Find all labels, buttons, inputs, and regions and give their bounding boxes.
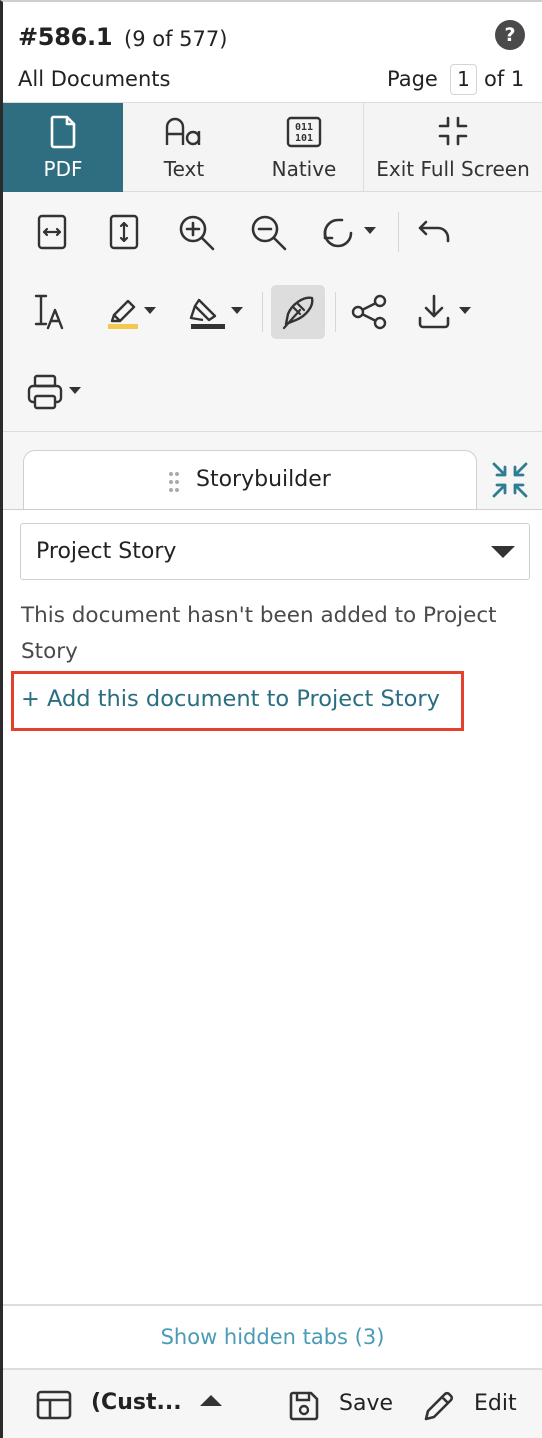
fit-width-button[interactable] [30,210,74,254]
share-icon [351,294,387,330]
edit-button[interactable]: Edit [474,1391,517,1416]
tab-exit-fullscreen-label: Exit Full Screen [376,157,530,181]
rotate-icon [323,218,376,248]
undo-icon [418,220,450,243]
collapse-panel-icon[interactable] [490,460,530,500]
zoom-in-icon [179,215,215,251]
document-position: (9 of 577) [124,27,228,51]
tab-text-label: Text [163,157,205,181]
binary-file-icon: 011 101 [286,116,322,148]
fit-height-button[interactable] [102,210,146,254]
toolbar-divider [398,212,399,252]
zoom-in-button[interactable] [174,210,218,254]
panel-title: Storybuilder [196,467,331,492]
redact-button[interactable] [187,290,253,334]
zoom-out-icon [251,215,287,251]
viewer-header: #586.1 (9 of 577) ? All Documents Page 1… [3,2,542,102]
show-hidden-tabs-bar: Show hidden tabs (3) [3,1304,542,1370]
fit-height-icon [109,214,139,250]
svg-text:101: 101 [295,133,313,144]
add-to-story-link[interactable]: + Add this document to Project Story [11,671,464,731]
document-id: #586.1 [18,23,113,51]
viewer-footer: (Cust... Save Edit [3,1370,542,1438]
download-button[interactable] [414,290,484,334]
drag-handle-icon [169,472,179,492]
highlight-button[interactable] [104,290,170,334]
print-button[interactable] [25,370,95,414]
save-icon[interactable] [287,1389,321,1423]
page-label: Page [387,67,438,91]
help-icon[interactable]: ? [495,20,525,50]
tab-text[interactable]: Text [123,103,245,192]
collection-name: All Documents [18,67,171,91]
text-select-button[interactable] [30,290,74,334]
tab-native[interactable]: 011 101 Native [245,103,363,192]
add-to-story-label[interactable]: + Add this document to Project Story [21,686,440,712]
annotate-pen-wrap [276,290,320,334]
chevron-down-icon [491,546,515,558]
toolbar-divider [262,292,263,332]
show-hidden-tabs-link[interactable]: Show hidden tabs (3) [161,1325,385,1349]
text-select-icon [34,294,64,330]
fit-width-icon [37,214,67,250]
rotate-button[interactable] [318,210,388,254]
page-number-input[interactable]: 1 [450,64,477,95]
exit-fullscreen-icon [438,116,468,146]
view-mode-tabs: PDF Text 011 101 Native Exit Full Screen [3,102,542,192]
pdf-file-icon [50,115,76,149]
panel-divider [3,509,542,510]
story-select-value: Project Story [36,539,177,564]
tab-exit-fullscreen[interactable]: Exit Full Screen [364,103,542,192]
toolbar-divider [335,292,336,332]
undo-button[interactable] [413,210,457,254]
document-toolbar [3,192,542,432]
document-viewer: #586.1 (9 of 577) ? All Documents Page 1… [0,0,542,1438]
redact-icon [189,298,243,329]
highlight-icon [108,299,156,329]
share-button[interactable] [348,290,392,334]
print-icon [27,374,81,410]
download-icon [418,294,471,329]
layout-icon[interactable] [36,1389,72,1421]
layout-select-label[interactable]: (Cust... [91,1390,182,1415]
not-added-message: This document hasn't been added to Proje… [21,603,497,664]
chevron-up-icon[interactable] [200,1395,222,1406]
svg-text:011: 011 [295,122,313,133]
pencil-icon[interactable] [422,1389,456,1423]
tab-native-label: Native [271,157,337,181]
page-total: of 1 [484,67,525,91]
annotate-pen-icon [282,296,314,330]
zoom-out-button[interactable] [246,210,290,254]
tab-pdf-label: PDF [43,157,83,181]
save-button[interactable]: Save [339,1391,393,1416]
tab-storybuilder[interactable]: Storybuilder [23,450,477,510]
text-aa-icon [165,117,201,146]
story-select[interactable]: Project Story [20,523,530,580]
tab-pdf[interactable]: PDF [3,103,123,192]
